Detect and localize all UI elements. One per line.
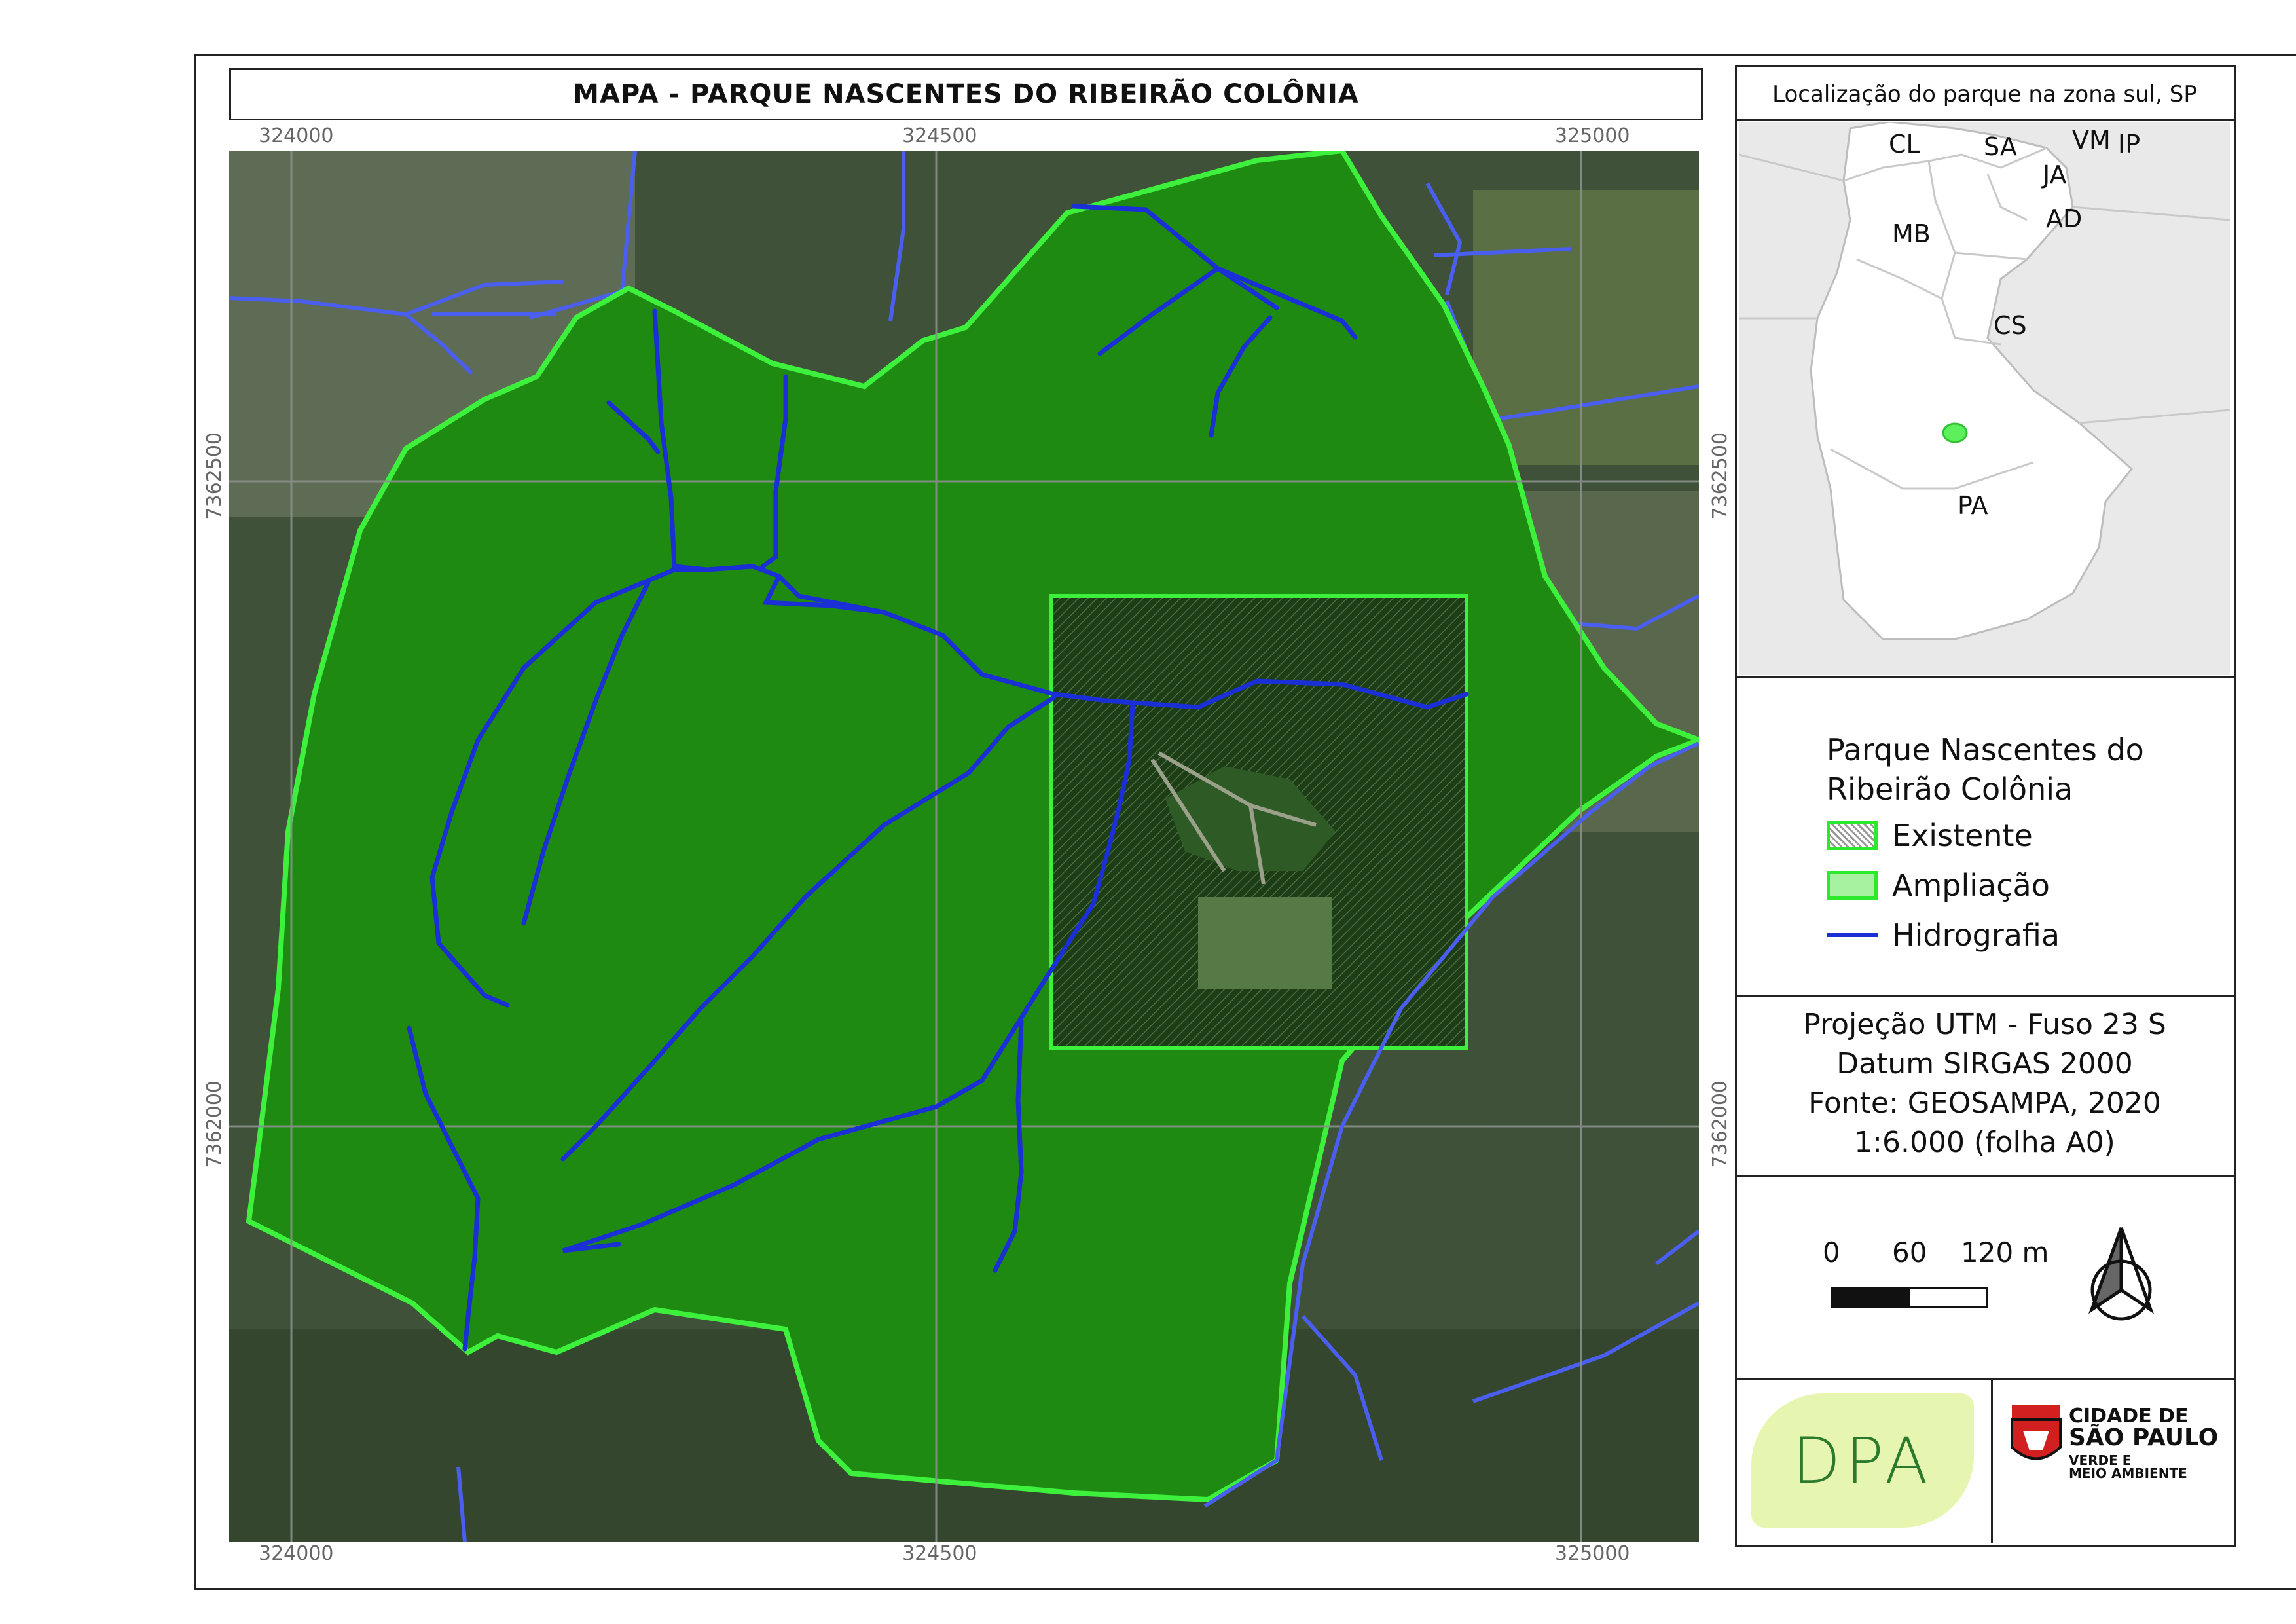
legend-heading-line2: Ribeirão Colônia bbox=[1827, 771, 2073, 807]
projection-line1: Projeção UTM - Fuso 23 S bbox=[1803, 1008, 2166, 1041]
legend-divider bbox=[1735, 995, 2234, 997]
coord-left-1: 7362500 bbox=[203, 432, 226, 520]
projection-line3: Fonte: GEOSAMPA, 2020 bbox=[1808, 1086, 2161, 1120]
light-green-swatch-icon bbox=[1827, 871, 1878, 900]
projection-line2: Datum SIRGAS 2000 bbox=[1836, 1047, 2133, 1080]
scale-label-60: 60 bbox=[1892, 1236, 1927, 1268]
coord-bottom-1: 324000 bbox=[259, 1542, 334, 1565]
field-area bbox=[1473, 190, 1699, 465]
main-map[interactable] bbox=[229, 151, 1699, 1542]
district-mb: MB bbox=[1892, 219, 1931, 248]
legend-item-hidrografia: Hidrografia bbox=[1827, 917, 2144, 953]
legend-label-existente: Existente bbox=[1892, 818, 2033, 853]
coord-bottom-2: 324500 bbox=[902, 1542, 977, 1565]
city-line1: CIDADE DE bbox=[2069, 1405, 2189, 1428]
coord-top-3: 325000 bbox=[1555, 124, 1630, 147]
scale-bar bbox=[1831, 1287, 1988, 1308]
blue-line-icon bbox=[1827, 933, 1878, 937]
city-line3: VERDE E bbox=[2069, 1452, 2132, 1468]
legend-item-existente: Existente bbox=[1827, 818, 2144, 853]
north-arrow-icon bbox=[2088, 1227, 2154, 1321]
district-ja: JA bbox=[2043, 160, 2067, 189]
sports-field bbox=[1198, 897, 1332, 989]
coord-top-2: 324500 bbox=[902, 124, 977, 147]
scale-divider bbox=[1735, 1378, 2234, 1380]
city-line4: MEIO AMBIENTE bbox=[2069, 1466, 2187, 1481]
legend-heading-line1: Parque Nascentes do bbox=[1827, 732, 2144, 767]
scale-bar-black-segment bbox=[1833, 1289, 1910, 1306]
coord-top-1: 324000 bbox=[259, 124, 334, 147]
district-sa: SA bbox=[1984, 132, 2017, 161]
coord-right-2: 7362000 bbox=[1709, 1080, 1732, 1168]
district-cl: CL bbox=[1889, 130, 1920, 158]
district-ip: IP bbox=[2118, 130, 2141, 158]
city-logo-text: CIDADE DE SÃO PAULO VERDE E MEIO AMBIENT… bbox=[2069, 1405, 2219, 1481]
city-line2: SÃO PAULO bbox=[2069, 1424, 2219, 1451]
district-vm: VM bbox=[2072, 126, 2111, 155]
scale-bar-white-segment bbox=[1910, 1289, 1986, 1306]
inset-title: Localização do parque na zona sul, SP bbox=[1772, 81, 2197, 107]
inset-divider-2 bbox=[1735, 676, 2234, 678]
inset-divider-1 bbox=[1735, 119, 2234, 121]
legend-item-ampliacao: Ampliação bbox=[1827, 868, 2144, 903]
scale-label-120: 120 m bbox=[1961, 1236, 2049, 1268]
legend-label-hidrografia: Hidrografia bbox=[1892, 917, 2060, 953]
projection-line4: 1:6.000 (folha A0) bbox=[1854, 1126, 2115, 1159]
projection-divider bbox=[1735, 1175, 2234, 1177]
coord-right-1: 7362500 bbox=[1709, 432, 1732, 520]
map-title: MAPA - PARQUE NASCENTES DO RIBEIRÃO COLÔ… bbox=[229, 68, 1703, 120]
park-location-marker bbox=[1942, 422, 1968, 443]
district-ad: AD bbox=[2046, 204, 2083, 233]
dpa-logo-text: DPA bbox=[1792, 1424, 1933, 1498]
hatched-swatch-icon bbox=[1827, 821, 1878, 850]
logo-divider bbox=[1991, 1378, 1993, 1543]
district-cs: CS bbox=[1994, 311, 2027, 340]
legend: Parque Nascentes do Ribeirão Colônia Exi… bbox=[1827, 730, 2144, 953]
dpa-logo: DPA bbox=[1751, 1393, 1974, 1528]
scale-label-0: 0 bbox=[1823, 1236, 1840, 1268]
city-coat-of-arms-icon bbox=[2011, 1405, 2062, 1460]
projection-info: Projeção UTM - Fuso 23 S Datum SIRGAS 20… bbox=[1735, 1005, 2234, 1162]
district-pa: PA bbox=[1958, 491, 1988, 520]
inset-map[interactable] bbox=[1739, 122, 2230, 675]
coord-bottom-3: 325000 bbox=[1555, 1542, 1630, 1565]
coord-left-2: 7362000 bbox=[203, 1080, 226, 1168]
legend-label-ampliacao: Ampliação bbox=[1892, 868, 2050, 903]
